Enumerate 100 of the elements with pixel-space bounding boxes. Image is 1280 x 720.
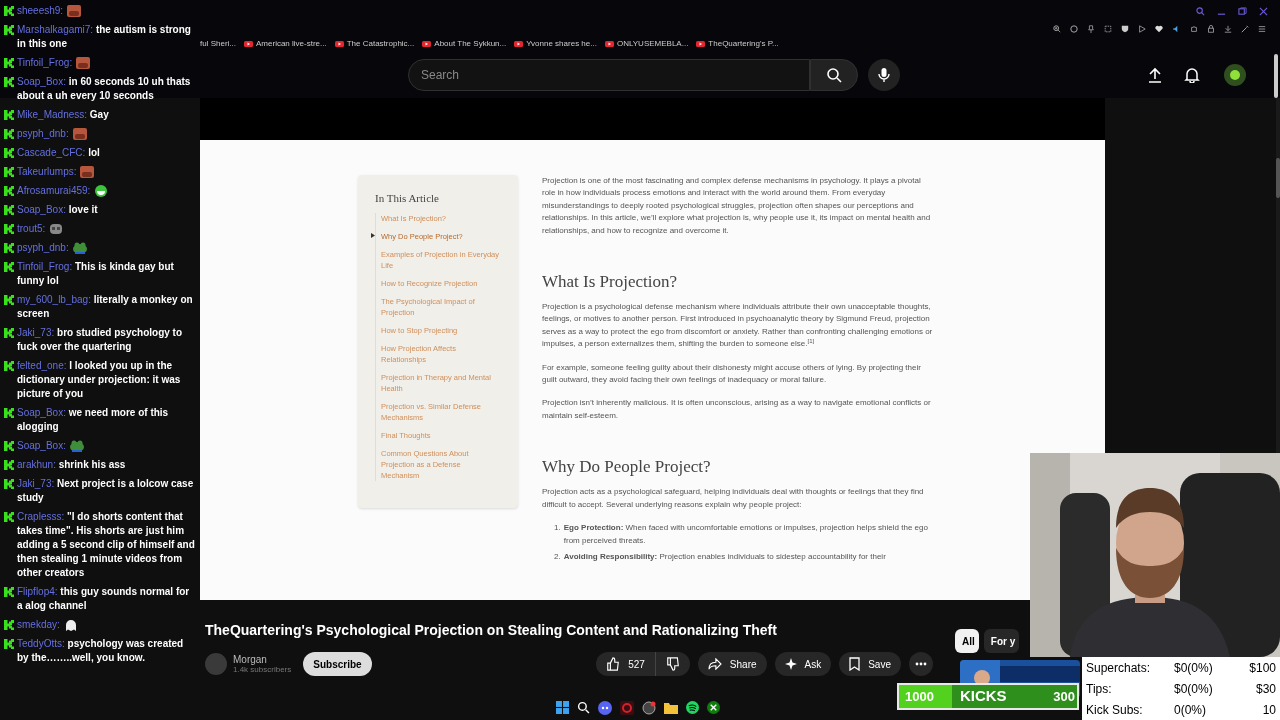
video-play-icon	[696, 41, 706, 47]
chat-message: Jaki_73: Next project is a lolcow case study	[17, 477, 195, 505]
badge-icon	[4, 58, 14, 68]
badge-icon	[4, 620, 14, 630]
microphone-button[interactable]	[868, 59, 900, 91]
paragraph: Projection isn’t inherently malicious. It is often unconscious, arising as a way to navigate emotional conflicts or maintain self-esteem.	[542, 397, 932, 422]
search-icon[interactable]	[577, 701, 590, 714]
emote-icon	[76, 57, 91, 69]
search-button[interactable]	[810, 59, 858, 91]
chat-message: arakhun: shrink his ass	[17, 458, 127, 472]
chat-username[interactable]: Afrosamurai459:	[17, 184, 91, 198]
save-button[interactable]: Save	[839, 652, 901, 676]
stat-goal: 10	[1261, 701, 1276, 718]
badge-icon	[4, 262, 14, 272]
badge-icon	[4, 512, 14, 522]
play-icon[interactable]	[1138, 25, 1146, 33]
bookmark-link[interactable]: The Catastrophic...	[346, 38, 415, 50]
badge-icon	[4, 295, 14, 305]
video-play-icon	[334, 41, 344, 47]
bookmark-icon	[849, 657, 861, 671]
bookmark-link[interactable]: TheQuartering's P...	[708, 38, 779, 50]
badge-icon	[4, 186, 14, 196]
badge-icon	[4, 167, 14, 177]
badge-icon	[4, 148, 14, 158]
chat-username[interactable]: smekday:	[17, 618, 60, 632]
paragraph: Projection is one of the most fascinating and complex defense mechanisms in psychology. It plays a pivotal role in how individuals process emotions and interact with the world around them. From everyday misunderstandings to deeply rooted psychological struggles, projection often shapes our perceptions and relationships. In this article, we’ll explore what projection is, why people use it, its impact on mental health and relationships, and how to recognize and overcome it.	[542, 175, 932, 237]
paragraph: Projection acts as a psychological safeguard, helping individuals deal with thoughts or feelings that they find difficult to accept. Several underlying reasons explain why people project:	[542, 486, 925, 511]
kicks-count: 1000	[905, 687, 934, 706]
badge-icon	[4, 243, 14, 253]
filter-chip[interactable]: For y	[983, 629, 1020, 653]
chat-message: TeddyOtts: psychology was created by the……..well, you know.	[17, 637, 185, 665]
ask-button[interactable]: Ask	[774, 652, 832, 676]
download-icon[interactable]	[1224, 25, 1232, 33]
chat-username[interactable]: trout5:	[17, 222, 46, 236]
search-field[interactable]: Search	[408, 59, 810, 91]
chat-message: Soap_Box: in 60 seconds 10 uh thats about a uh every 10 seconds	[17, 75, 192, 103]
filter-chip[interactable]: All	[955, 629, 979, 653]
x-circle-icon[interactable]	[707, 701, 720, 714]
badge-icon	[4, 6, 14, 16]
badge-icon	[4, 441, 14, 451]
badge-icon	[4, 110, 14, 120]
stat-label: Superchats:	[1086, 659, 1152, 676]
badge-icon	[4, 460, 14, 470]
subscribe-button[interactable]: Subscribe	[303, 652, 372, 676]
badge-icon	[4, 77, 14, 87]
badge-icon	[4, 25, 14, 35]
section-heading: Why Do People Project?	[542, 457, 712, 478]
video-play-icon	[422, 41, 432, 47]
search-icon	[826, 67, 842, 83]
zoom-icon[interactable]	[1053, 25, 1061, 33]
chat-username[interactable]: Tinfoil_Frog:	[17, 56, 73, 70]
chat-username[interactable]: Soap_Box:	[17, 439, 66, 453]
shield-icon[interactable]	[1121, 25, 1129, 33]
chat-message: Cascade_CFC: lol	[17, 146, 101, 160]
chat-username[interactable]: Takeurlumps:	[17, 165, 77, 179]
bookmark-link[interactable]: Yvonne shares he...	[526, 38, 597, 50]
frog-emote-icon	[69, 440, 84, 452]
share-button[interactable]: Share	[697, 652, 767, 676]
close-icon[interactable]	[1259, 6, 1268, 16]
heart-icon[interactable]	[1155, 25, 1163, 33]
menu-icon[interactable]	[1258, 25, 1266, 33]
microphone-icon	[878, 67, 890, 83]
folder-icon[interactable]	[664, 701, 678, 714]
bookmark-link[interactable]: ful Sheri...	[200, 38, 236, 50]
list-item-text: Avoiding Responsibility: Projection enables individuals to sidestep accountability for their	[563, 550, 887, 563]
bell-icon[interactable]	[1184, 67, 1200, 83]
list-item-text: Ego Protection: When faced with uncomfortable emotions or impulses, projection helps shield the ego from perceived threats.	[563, 522, 929, 547]
pin-icon[interactable]	[1087, 25, 1095, 33]
emote-icon	[49, 223, 64, 235]
ring-icon[interactable]	[620, 700, 634, 715]
more-dots-icon	[915, 662, 927, 666]
like-button[interactable]: 527	[596, 652, 656, 676]
lock-icon[interactable]	[1207, 25, 1215, 33]
sparkle-icon	[784, 658, 797, 670]
chat-username[interactable]: psyph_dnb:	[17, 127, 69, 141]
windows-grid-icon[interactable]	[556, 701, 569, 714]
toc-title: In This Article	[375, 191, 440, 206]
list-number: 2.	[554, 550, 562, 563]
chat-message: Tinfoil_Frog: This is kinda gay but funny lol	[17, 260, 175, 288]
video-title: TheQuartering's Psychological Projection on Stealing Content and Rationalizing Theft	[205, 620, 777, 640]
bookmark-link[interactable]: ONLYUSEMEBLA...	[616, 38, 689, 50]
chat-username[interactable]: psyph_dnb:	[17, 241, 69, 255]
upload-icon[interactable]	[1148, 67, 1162, 83]
emote-icon	[80, 166, 95, 178]
bookmark-link[interactable]: American live-stre...	[256, 38, 327, 50]
more-button[interactable]	[909, 652, 933, 676]
chat-username[interactable]: sheeesh9:	[17, 4, 64, 18]
badge-icon	[4, 587, 14, 597]
chat-message: Soap_Box: we need more of this alogging	[17, 406, 170, 434]
sound-wave-circle-icon[interactable]	[686, 701, 699, 714]
channel-name[interactable]: Morgan	[233, 653, 292, 665]
chat-message: my_600_lb_bag: literally a monkey on screen	[17, 293, 194, 321]
stat-label: Kick Subs:	[1086, 701, 1144, 718]
scrollbar-thumb[interactable]	[1276, 158, 1280, 198]
maximize-icon[interactable]	[1238, 6, 1247, 16]
circle-app-icon[interactable]	[642, 700, 656, 715]
video-play-icon	[244, 41, 253, 47]
badge-icon	[4, 639, 14, 649]
avatar[interactable]	[1224, 64, 1246, 86]
bookmark-link[interactable]: About The Sykkun...	[434, 38, 507, 50]
